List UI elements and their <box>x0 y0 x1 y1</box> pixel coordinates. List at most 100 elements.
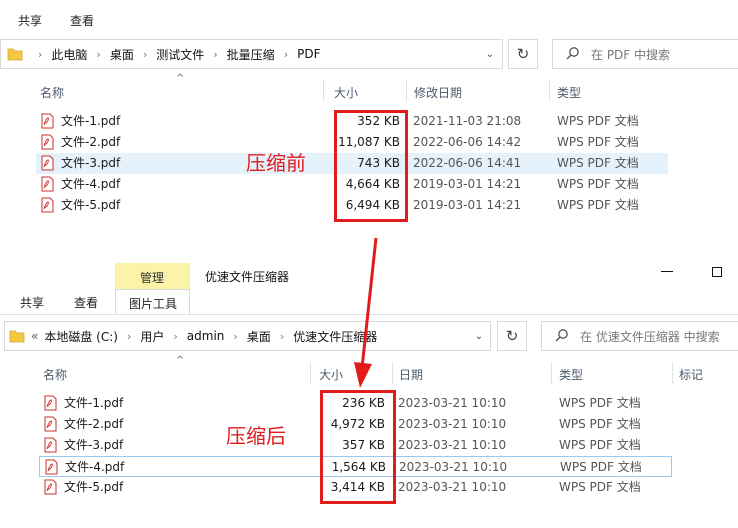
size-highlight-box <box>320 390 396 504</box>
file-name: 文件-1.pdf <box>61 114 121 128</box>
file-type: WPS PDF 文档 <box>560 460 642 474</box>
chevron-right-icon: › <box>142 47 148 61</box>
file-date: 2022-06-06 14:41 <box>413 156 522 170</box>
column-header-date[interactable]: 日期 <box>399 366 423 383</box>
column-divider[interactable] <box>406 80 407 102</box>
column-header-modified[interactable]: 修改日期 <box>414 84 462 101</box>
file-name: 文件-2.pdf <box>64 417 124 431</box>
tab-share[interactable]: 共享 <box>18 12 42 29</box>
file-name: 文件-4.pdf <box>61 177 121 191</box>
annotation-after: 压缩后 <box>226 424 286 448</box>
file-type: WPS PDF 文档 <box>557 114 639 128</box>
chevron-right-icon: › <box>213 47 218 61</box>
column-divider[interactable] <box>323 80 324 102</box>
pdf-file-icon <box>41 113 54 129</box>
search-input[interactable]: 在 优速文件压缩器 中搜索 <box>541 321 738 351</box>
breadcrumb-item[interactable]: 本地磁盘 (C:) <box>44 328 118 345</box>
column-header-name[interactable]: 名称 <box>43 366 67 383</box>
file-type: WPS PDF 文档 <box>557 198 639 212</box>
file-type: WPS PDF 文档 <box>559 480 641 494</box>
explorer-window-before: 共享 查看 › 此电脑 › 桌面 › 测试文件 › 批量压缩 › PDF ⌄ ↻… <box>0 0 738 250</box>
chevron-right-icon: › <box>96 47 101 61</box>
file-date: 2021-11-03 21:08 <box>413 114 522 128</box>
breadcrumb-item[interactable]: admin <box>187 329 225 343</box>
file-type: WPS PDF 文档 <box>559 438 641 452</box>
file-name: 文件-2.pdf <box>61 135 121 149</box>
chevron-right-icon: › <box>233 329 238 343</box>
explorer-window-after: 管理 优速文件压缩器 共享 查看 图片工具 « 本地磁盘 (C:) › 用户 ›… <box>0 258 738 528</box>
refresh-icon: ↻ <box>516 45 530 63</box>
refresh-button[interactable]: ↻ <box>508 39 538 69</box>
column-divider[interactable] <box>672 362 673 384</box>
up-caret-icon: ^ <box>176 73 185 84</box>
file-name: 文件-3.pdf <box>61 156 121 170</box>
minimize-icon[interactable] <box>661 271 673 272</box>
size-highlight-box <box>334 110 408 222</box>
overflow-chevron-icon[interactable]: « <box>31 329 38 343</box>
folder-icon <box>7 48 23 61</box>
column-header-name[interactable]: 名称 <box>40 84 64 101</box>
file-name: 文件-3.pdf <box>64 438 124 452</box>
tab-picture-tools-label: 图片工具 <box>129 297 178 311</box>
column-header-size[interactable]: 大小 <box>319 366 343 383</box>
chevron-down-icon: ⌄ <box>485 48 495 60</box>
chevron-right-icon: › <box>126 329 132 343</box>
folder-icon <box>9 330 25 343</box>
address-dropdown-button[interactable]: ⌄ <box>478 39 503 69</box>
tab-view[interactable]: 查看 <box>74 294 98 311</box>
file-date: 2023-03-21 10:10 <box>399 460 508 474</box>
address-bar[interactable]: « 本地磁盘 (C:) › 用户 › admin › 桌面 › 优速文件压缩器 <box>4 321 491 351</box>
breadcrumb-item[interactable]: 此电脑 <box>51 46 87 63</box>
file-date: 2022-06-06 14:42 <box>413 135 522 149</box>
search-placeholder: 在 PDF 中搜索 <box>591 47 671 62</box>
column-divider[interactable] <box>549 80 550 102</box>
pdf-file-icon <box>41 155 54 171</box>
file-type: WPS PDF 文档 <box>557 177 639 191</box>
breadcrumb-item[interactable]: 批量压缩 <box>227 46 275 63</box>
search-icon <box>566 47 579 60</box>
tab-view[interactable]: 查看 <box>70 12 94 29</box>
column-divider[interactable] <box>392 362 393 384</box>
search-placeholder: 在 优速文件压缩器 中搜索 <box>580 329 720 344</box>
file-date: 2023-03-21 10:10 <box>398 417 507 431</box>
maximize-icon[interactable] <box>712 267 722 277</box>
column-header-tags[interactable]: 标记 <box>679 366 703 383</box>
file-name: 文件-5.pdf <box>61 198 121 212</box>
pdf-file-icon <box>41 176 54 192</box>
tab-share[interactable]: 共享 <box>20 294 44 311</box>
column-header-size[interactable]: 大小 <box>334 84 358 101</box>
address-bar[interactable]: › 此电脑 › 桌面 › 测试文件 › 批量压缩 › PDF <box>0 39 503 69</box>
up-caret-icon: ^ <box>176 355 185 366</box>
search-input[interactable]: 在 PDF 中搜索 <box>552 39 738 69</box>
column-divider[interactable] <box>551 362 552 384</box>
file-date: 2023-03-21 10:10 <box>398 396 507 410</box>
tab-picture-tools[interactable]: 图片工具 <box>115 289 190 315</box>
file-date: 2023-03-21 10:10 <box>398 480 507 494</box>
breadcrumb-item[interactable]: PDF <box>297 47 320 61</box>
column-header-type[interactable]: 类型 <box>557 84 581 101</box>
column-divider[interactable] <box>310 362 311 384</box>
chevron-right-icon: › <box>283 47 289 61</box>
address-dropdown-button[interactable]: ⌄ <box>468 321 491 351</box>
file-name: 文件-5.pdf <box>64 480 124 494</box>
pdf-file-icon <box>45 459 58 475</box>
breadcrumb-item[interactable]: 桌面 <box>110 46 134 63</box>
file-type: WPS PDF 文档 <box>559 417 641 431</box>
column-header-type[interactable]: 类型 <box>559 366 583 383</box>
file-type: WPS PDF 文档 <box>557 156 639 170</box>
chevron-down-icon: ⌄ <box>474 330 484 342</box>
file-date: 2019-03-01 14:21 <box>413 198 522 212</box>
refresh-button[interactable]: ↻ <box>497 321 527 351</box>
window-title: 优速文件压缩器 <box>205 270 290 284</box>
pdf-file-icon <box>41 134 54 150</box>
breadcrumb-item[interactable]: 测试文件 <box>156 46 204 63</box>
file-type: WPS PDF 文档 <box>559 396 641 410</box>
breadcrumb-item[interactable]: 优速文件压缩器 <box>293 328 377 345</box>
search-icon <box>555 329 568 342</box>
breadcrumb-item[interactable]: 用户 <box>140 328 164 345</box>
breadcrumb-item[interactable]: 桌面 <box>247 328 271 345</box>
annotation-before: 压缩前 <box>246 151 306 175</box>
tab-manage[interactable]: 管理 <box>115 263 190 289</box>
file-date: 2019-03-01 14:21 <box>413 177 522 191</box>
pdf-file-icon <box>41 197 54 213</box>
